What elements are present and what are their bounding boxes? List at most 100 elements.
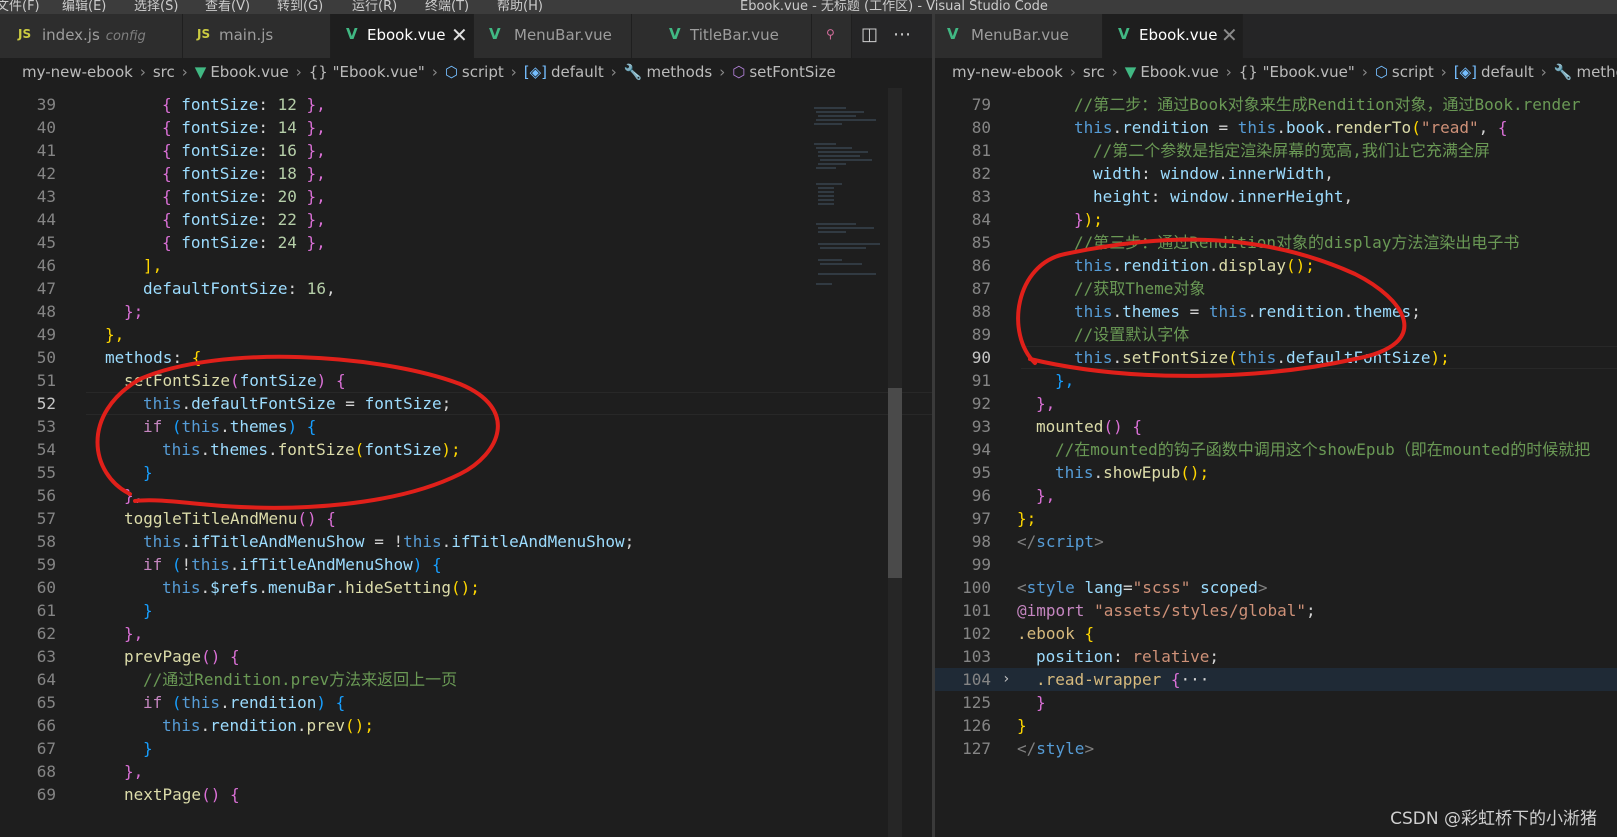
code-line[interactable]: 91},: [935, 369, 1617, 392]
breadcrumb-file[interactable]: Ebook.vue: [1140, 63, 1218, 81]
split-editor-icon[interactable]: ◫: [861, 24, 878, 45]
code-line[interactable]: 68},: [0, 760, 932, 783]
code-line[interactable]: 87 //获取Theme对象: [935, 277, 1617, 300]
breadcrumb-symbol[interactable]: script: [1392, 63, 1434, 81]
code-editor[interactable]: 39{ fontSize: 12 }, 40{ fontSize: 14 }, 41…: [0, 88, 932, 837]
code-line[interactable]: 59 if (!this.ifTitleAndMenuShow) {: [0, 553, 932, 576]
code-line[interactable]: 93 mounted() {: [935, 415, 1617, 438]
code-line[interactable]: 81 //第二个参数是指定渲染屏幕的宽高,我们让它充满全屏: [935, 139, 1617, 162]
code-line[interactable]: 86 this.rendition.display();: [935, 254, 1617, 277]
breadcrumb-symbol[interactable]: script: [462, 63, 504, 81]
code-line[interactable]: 62},: [0, 622, 932, 645]
breadcrumb-symbol[interactable]: metho: [1576, 63, 1617, 81]
code-line[interactable]: 125}: [935, 691, 1617, 714]
tab-main-js[interactable]: JS main.js: [183, 14, 331, 58]
code-line[interactable]: 40 { fontSize: 14 },: [0, 116, 932, 139]
code-line[interactable]: 43 { fontSize: 20 },: [0, 185, 932, 208]
close-icon[interactable]: ✕: [451, 23, 468, 47]
breadcrumb-symbol[interactable]: default: [551, 63, 604, 81]
breadcrumb-folder[interactable]: src: [153, 63, 175, 81]
code-line[interactable]: 50 methods: {: [0, 346, 932, 369]
menu-file[interactable]: 文件(F): [0, 0, 40, 14]
code-line[interactable]: 96},: [935, 484, 1617, 507]
code-line[interactable]: 39 { fontSize: 12 },: [0, 93, 932, 116]
code-line[interactable]: 83 height: window.innerHeight,: [935, 185, 1617, 208]
code-line[interactable]: 90 this.setFontSize(this.defaultFontSize)…: [935, 346, 1617, 369]
code-line[interactable]: 101 @import "assets/styles/global";: [935, 599, 1617, 622]
code-line[interactable]: 55}: [0, 461, 932, 484]
code-line[interactable]: 102 .ebook {: [935, 622, 1617, 645]
code-line[interactable]: 56},: [0, 484, 932, 507]
code-line[interactable]: 89 //设置默认字体: [935, 323, 1617, 346]
code-line[interactable]: 58 this.ifTitleAndMenuShow = !this.ifTitl…: [0, 530, 932, 553]
code-line[interactable]: 53 if (this.themes) {: [0, 415, 932, 438]
menu-view[interactable]: 查看(V): [205, 0, 250, 14]
breadcrumb-folder[interactable]: my-new-ebook: [22, 63, 133, 81]
tab-ebook-vue[interactable]: V Ebook.vue ✕: [1103, 14, 1243, 58]
code-editor[interactable]: 79 //第二步：通过Book对象来生成Rendition对象，通过Book.re…: [935, 88, 1617, 837]
code-line[interactable]: 64 //通过Rendition.prev方法来返回上一页: [0, 668, 932, 691]
tab-overflow[interactable]: ⚲: [812, 14, 852, 58]
tab-menubar-vue[interactable]: V MenuBar.vue: [474, 14, 632, 58]
code-line[interactable]: 47 defaultFontSize: 16,: [0, 277, 932, 300]
code-line[interactable]: 97};: [935, 507, 1617, 530]
scrollbar-thumb[interactable]: [888, 388, 902, 578]
code-line[interactable]: 100 <style lang="scss" scoped>: [935, 576, 1617, 599]
code-line[interactable]: 84});: [935, 208, 1617, 231]
menu-terminal[interactable]: 终端(T): [425, 0, 469, 14]
code-line[interactable]: 45 { fontSize: 24 },: [0, 231, 932, 254]
menu-run[interactable]: 运行(R): [352, 0, 397, 14]
code-line[interactable]: 104 › .read-wrapper {···: [935, 668, 1617, 691]
menu-edit[interactable]: 编辑(E): [62, 0, 106, 14]
code-line[interactable]: 79 //第二步：通过Book对象来生成Rendition对象，通过Book.re…: [935, 93, 1617, 116]
code-line[interactable]: 99: [935, 553, 1617, 576]
code-line[interactable]: 103 position: relative;: [935, 645, 1617, 668]
breadcrumb-folder[interactable]: my-new-ebook: [952, 63, 1063, 81]
code-line[interactable]: 85 //第三步：通过Rendition对象的display方法渲染出电子书: [935, 231, 1617, 254]
breadcrumb-symbol[interactable]: methods: [646, 63, 712, 81]
code-line[interactable]: 51 setFontSize(fontSize) {: [0, 369, 932, 392]
minimap[interactable]: [806, 104, 886, 324]
vertical-scrollbar[interactable]: [888, 88, 902, 837]
code-line[interactable]: 98 </script>: [935, 530, 1617, 553]
code-line[interactable]: 42 { fontSize: 18 },: [0, 162, 932, 185]
code-line[interactable]: 126}: [935, 714, 1617, 737]
code-line[interactable]: 49},: [0, 323, 932, 346]
code-line[interactable]: 69 nextPage() {: [0, 783, 932, 806]
code-line[interactable]: 82 width: window.innerWidth,: [935, 162, 1617, 185]
breadcrumb-module[interactable]: {} "Ebook.vue": [1239, 63, 1355, 81]
code-line[interactable]: 94 //在mounted的钩子函数中调用这个showEpub（即在mounted…: [935, 438, 1617, 461]
menu-help[interactable]: 帮助(H): [497, 0, 543, 14]
code-line[interactable]: 66 this.rendition.prev();: [0, 714, 932, 737]
breadcrumb-module[interactable]: {} "Ebook.vue": [309, 63, 425, 81]
tab-index-js[interactable]: JS index.js config: [0, 14, 183, 58]
code-line[interactable]: 46],: [0, 254, 932, 277]
tab-ebook-vue[interactable]: V Ebook.vue ✕: [331, 14, 474, 58]
tab-menubar-vue[interactable]: V MenuBar.vue: [935, 14, 1103, 58]
breadcrumb-symbol[interactable]: default: [1481, 63, 1534, 81]
code-line[interactable]: 80 this.rendition = this.book.renderTo("r…: [935, 116, 1617, 139]
code-line[interactable]: 92},: [935, 392, 1617, 415]
menu-go[interactable]: 转到(G): [277, 0, 323, 14]
more-actions-icon[interactable]: ⋯: [893, 24, 911, 45]
code-line[interactable]: 61}: [0, 599, 932, 622]
fold-chevron-icon[interactable]: ›: [1002, 668, 1010, 691]
tab-titlebar-vue[interactable]: V TitleBar.vue: [632, 14, 812, 58]
code-line[interactable]: 63 prevPage() {: [0, 645, 932, 668]
close-icon[interactable]: ✕: [1221, 23, 1238, 47]
code-line[interactable]: 48};: [0, 300, 932, 323]
code-line[interactable]: 88 this.themes = this.rendition.themes;: [935, 300, 1617, 323]
code-line[interactable]: 67}: [0, 737, 932, 760]
code-line[interactable]: 52 this.defaultFontSize = fontSize;: [0, 392, 932, 415]
breadcrumb-file[interactable]: Ebook.vue: [210, 63, 288, 81]
menu-selection[interactable]: 选择(S): [134, 0, 178, 14]
code-line[interactable]: 95 this.showEpub();: [935, 461, 1617, 484]
breadcrumb-folder[interactable]: src: [1083, 63, 1105, 81]
code-line[interactable]: 54 this.themes.fontSize(fontSize);: [0, 438, 932, 461]
code-line[interactable]: 127 </style>: [935, 737, 1617, 760]
code-line[interactable]: 65 if (this.rendition) {: [0, 691, 932, 714]
code-line[interactable]: 57 toggleTitleAndMenu() {: [0, 507, 932, 530]
code-line[interactable]: 44 { fontSize: 22 },: [0, 208, 932, 231]
code-line[interactable]: 41 { fontSize: 16 },: [0, 139, 932, 162]
breadcrumb-symbol[interactable]: setFontSize: [749, 63, 835, 81]
